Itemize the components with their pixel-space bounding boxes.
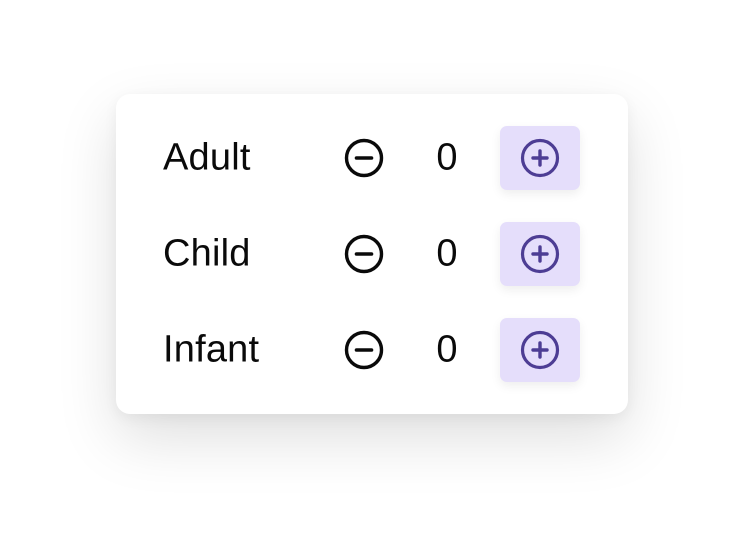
minus-circle-icon xyxy=(344,234,384,274)
plus-circle-icon xyxy=(520,234,560,274)
adult-count-value: 0 xyxy=(436,136,458,179)
page: Adult 0 Child 0 Infant 0 xyxy=(0,0,744,552)
decrement-child-button[interactable] xyxy=(338,228,390,280)
counter-row-adult: Adult 0 xyxy=(116,126,628,190)
plus-circle-icon xyxy=(520,138,560,178)
increment-adult-button[interactable] xyxy=(500,126,580,190)
passenger-counter-card: Adult 0 Child 0 Infant 0 xyxy=(116,94,628,414)
minus-circle-icon xyxy=(344,138,384,178)
plus-circle-icon xyxy=(520,330,560,370)
row-label: Child xyxy=(163,232,251,275)
increment-child-button[interactable] xyxy=(500,222,580,286)
decrement-infant-button[interactable] xyxy=(338,324,390,376)
counter-row-child: Child 0 xyxy=(116,222,628,286)
infant-count-value: 0 xyxy=(436,328,458,371)
child-count-value: 0 xyxy=(436,232,458,275)
decrement-adult-button[interactable] xyxy=(338,132,390,184)
row-label: Infant xyxy=(163,328,260,371)
counter-row-infant: Infant 0 xyxy=(116,318,628,382)
row-label: Adult xyxy=(163,136,251,179)
increment-infant-button[interactable] xyxy=(500,318,580,382)
minus-circle-icon xyxy=(344,330,384,370)
